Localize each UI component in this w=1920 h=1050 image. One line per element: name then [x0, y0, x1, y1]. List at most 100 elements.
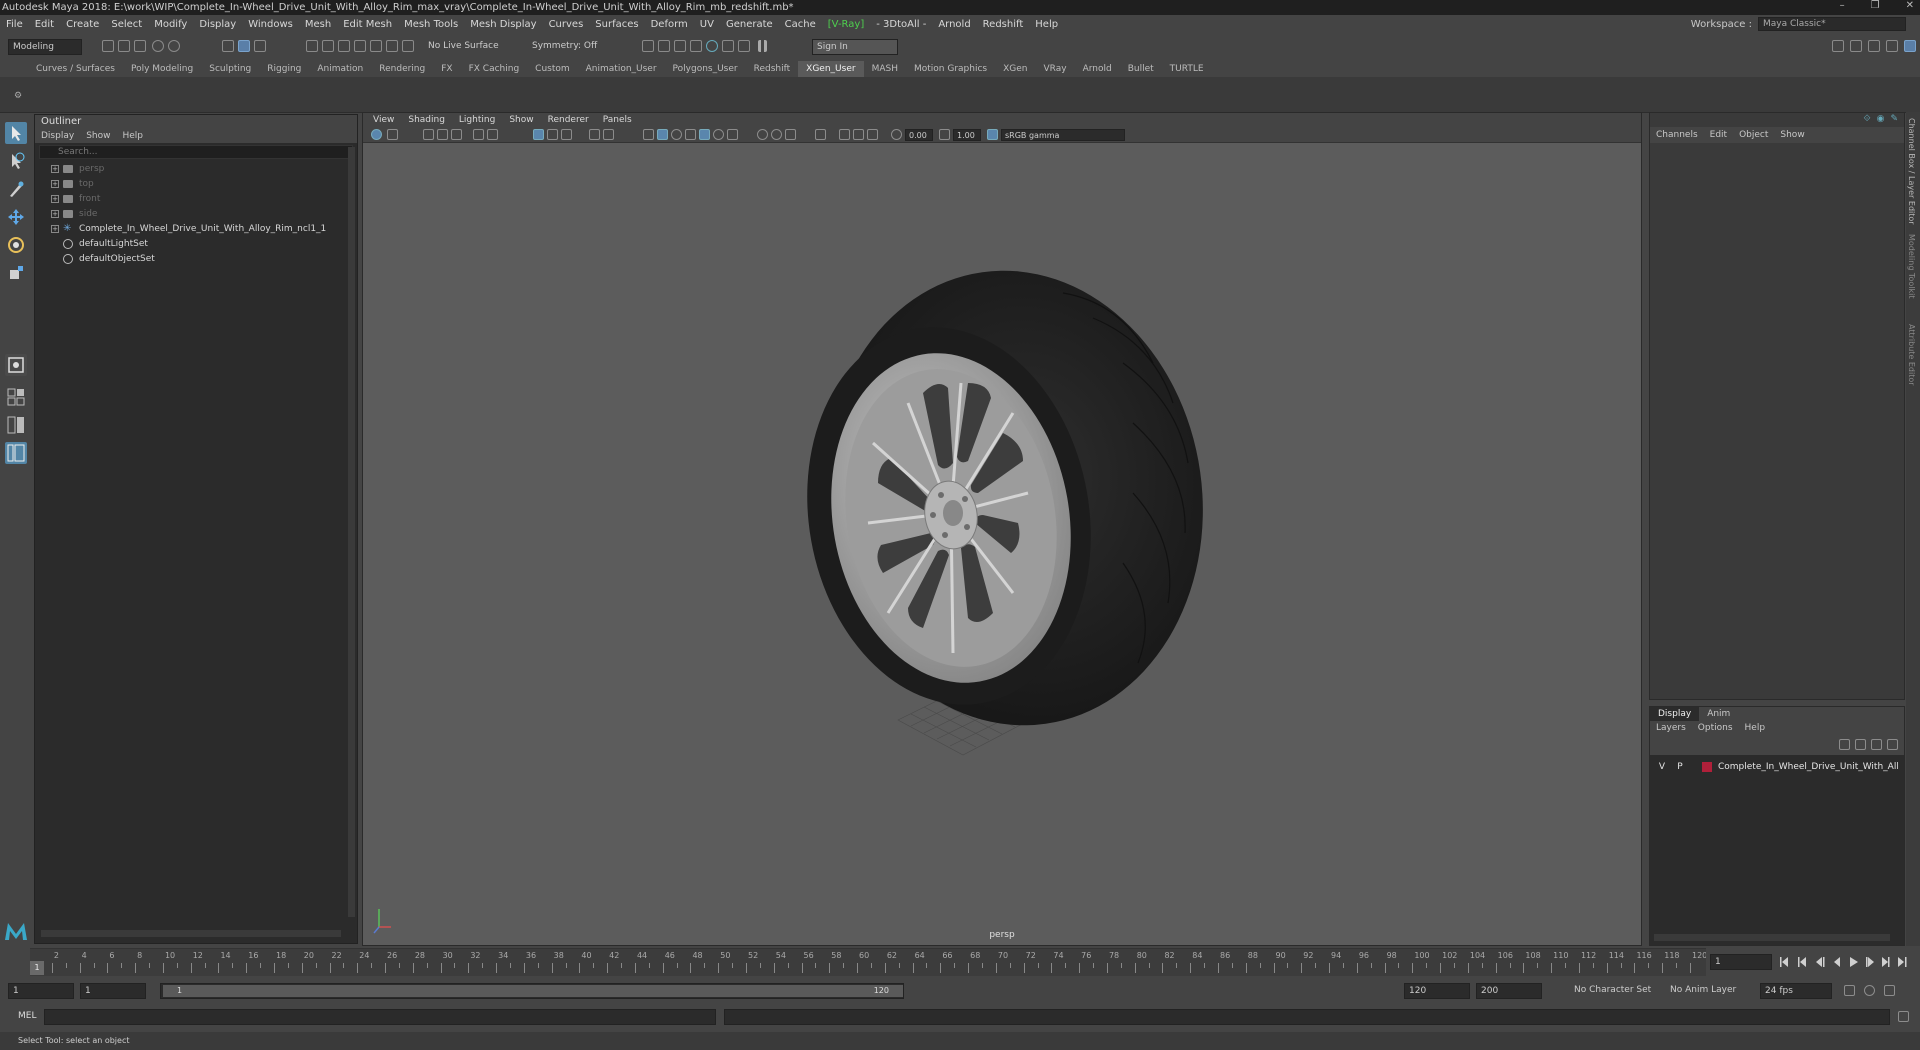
current-frame-marker[interactable]: 1 — [30, 961, 44, 975]
outliner-item[interactable]: + front — [35, 191, 357, 206]
menu-3dtoall[interactable]: - 3DtoAll - — [870, 19, 932, 30]
shelf-tab[interactable]: Rigging — [259, 61, 309, 77]
menu-display[interactable]: Display — [193, 19, 242, 30]
outliner-item[interactable]: + persp — [35, 161, 357, 176]
rotate-tool-icon[interactable] — [5, 234, 27, 256]
viewport-menu-show[interactable]: Show — [509, 115, 533, 125]
lights-icon[interactable] — [713, 129, 724, 140]
channel-box-icon[interactable] — [1904, 40, 1916, 52]
layout-outliner-persp-icon[interactable] — [5, 442, 27, 464]
panel-layout-icon[interactable] — [1832, 40, 1844, 52]
menu-mesh-display[interactable]: Mesh Display — [464, 19, 542, 30]
viewport-menu-view[interactable]: View — [373, 115, 394, 125]
select-component-icon[interactable] — [254, 40, 266, 52]
tab-modeling-toolkit[interactable]: Modeling Toolkit — [1907, 234, 1916, 298]
shelf-tab[interactable]: Arnold — [1075, 61, 1120, 77]
smooth-shade-icon[interactable] — [657, 129, 668, 140]
snap-edge-icon[interactable] — [402, 40, 414, 52]
live-surface-field[interactable]: No Live Surface — [424, 39, 510, 55]
outliner-item[interactable]: + top — [35, 176, 357, 191]
snap-surface-icon[interactable] — [370, 40, 382, 52]
shelf-tab[interactable]: XGen — [995, 61, 1035, 77]
camera-attributes-icon[interactable] — [387, 129, 398, 140]
field-chart-icon[interactable] — [589, 129, 600, 140]
layer-visibility-toggle[interactable]: V — [1656, 762, 1668, 772]
outliner-menu-help[interactable]: Help — [122, 131, 143, 141]
menu-generate[interactable]: Generate — [720, 19, 779, 30]
expand-icon[interactable]: + — [51, 179, 59, 188]
render-view-icon[interactable] — [722, 40, 734, 52]
isolate-select-icon[interactable] — [815, 129, 826, 140]
image-plane-icon[interactable] — [437, 129, 448, 140]
construction-history-icon[interactable] — [642, 40, 654, 52]
layout-two-icon[interactable] — [5, 414, 27, 436]
menu-curves[interactable]: Curves — [543, 19, 590, 30]
menu-vray[interactable]: [V-Ray] — [822, 19, 870, 30]
outliner-item[interactable]: defaultObjectSet — [35, 251, 357, 266]
ipr-render-icon[interactable] — [674, 40, 686, 52]
render-current-icon[interactable] — [658, 40, 670, 52]
attribute-editor-icon[interactable] — [1868, 40, 1880, 52]
shelf-tab[interactable]: Custom — [527, 61, 577, 77]
script-editor-icon[interactable] — [1898, 1011, 1909, 1022]
shelf-tab[interactable]: Polygons_User — [665, 61, 746, 77]
shelf-tab[interactable]: FX — [433, 61, 460, 77]
outliner-menu-show[interactable]: Show — [86, 131, 110, 141]
outliner-menu-display[interactable]: Display — [41, 131, 74, 141]
layer-horizontal-scrollbar[interactable] — [1654, 934, 1890, 941]
loop-icon[interactable] — [1844, 985, 1855, 996]
snap-grid-icon[interactable] — [306, 40, 318, 52]
film-gate-icon[interactable] — [533, 129, 544, 140]
paint-select-tool-icon[interactable] — [5, 178, 27, 200]
light-editor-icon[interactable] — [738, 40, 750, 52]
playback-start-field[interactable]: 1 — [80, 983, 146, 999]
menu-file[interactable]: File — [0, 19, 29, 30]
character-set-dropdown[interactable]: No Character Set — [1570, 983, 1654, 999]
snap-view-icon[interactable] — [354, 40, 366, 52]
new-scene-icon[interactable] — [102, 40, 114, 52]
menu-modify[interactable]: Modify — [148, 19, 193, 30]
shelf-tab-active[interactable]: XGen_User — [798, 61, 864, 77]
layer-menu-help[interactable]: Help — [1745, 723, 1766, 733]
outliner-vertical-scrollbar[interactable] — [348, 147, 355, 917]
shelf-settings-icon[interactable]: ⚙ — [14, 91, 22, 101]
viewport-menu-lighting[interactable]: Lighting — [459, 115, 495, 125]
save-scene-icon[interactable] — [134, 40, 146, 52]
scale-tool-icon[interactable] — [5, 262, 27, 284]
lasso-tool-icon[interactable] — [5, 150, 27, 172]
new-layer-icon[interactable] — [1871, 739, 1882, 750]
menu-redshift[interactable]: Redshift — [977, 19, 1030, 30]
safe-action-icon[interactable] — [603, 129, 614, 140]
shelf-tab[interactable]: MASH — [864, 61, 906, 77]
range-slider[interactable]: 1 120 — [160, 983, 904, 999]
tab-attribute-editor[interactable]: Attribute Editor — [1907, 324, 1916, 386]
fps-dropdown[interactable]: 24 fps — [1760, 983, 1832, 999]
layer-playback-toggle[interactable]: P — [1674, 762, 1686, 772]
move-layer-down-icon[interactable] — [1855, 739, 1866, 750]
menu-deform[interactable]: Deform — [645, 19, 694, 30]
select-camera-icon[interactable] — [371, 129, 382, 140]
layer-tab-anim[interactable]: Anim — [1699, 707, 1738, 721]
new-layer-selected-icon[interactable] — [1887, 739, 1898, 750]
shadows-icon[interactable] — [727, 129, 738, 140]
menu-edit[interactable]: Edit — [29, 19, 60, 30]
channel-box-menu-edit[interactable]: Edit — [1710, 130, 1727, 140]
hypershade-icon[interactable] — [706, 40, 718, 52]
bookmark-icon[interactable] — [423, 129, 434, 140]
shelf-tab[interactable]: Rendering — [371, 61, 433, 77]
render-settings-icon[interactable] — [690, 40, 702, 52]
shelf-tab[interactable]: Poly Modeling — [123, 61, 201, 77]
shelf-tab[interactable]: FX Caching — [461, 61, 528, 77]
menu-cache[interactable]: Cache — [779, 19, 822, 30]
expand-icon[interactable]: + — [51, 209, 59, 218]
layer-row[interactable]: V P Complete_In_Wheel_Drive_Unit_With_Al… — [1650, 759, 1904, 775]
tool-settings-icon[interactable] — [1886, 40, 1898, 52]
animation-preferences-icon[interactable] — [1884, 985, 1895, 996]
shelf-tab[interactable]: Animation — [309, 61, 371, 77]
current-frame-field[interactable]: 1 — [1710, 954, 1772, 970]
anti-aliasing-icon[interactable] — [785, 129, 796, 140]
hud-icon[interactable] — [867, 129, 878, 140]
time-slider[interactable]: 2 4 6 8 10 12 14 16 18 20 22 24 26 28 30 32 34 36 38 40 42 44… — [30, 948, 1707, 976]
menu-arnold[interactable]: Arnold — [932, 19, 976, 30]
layer-color-swatch[interactable] — [1702, 762, 1712, 772]
